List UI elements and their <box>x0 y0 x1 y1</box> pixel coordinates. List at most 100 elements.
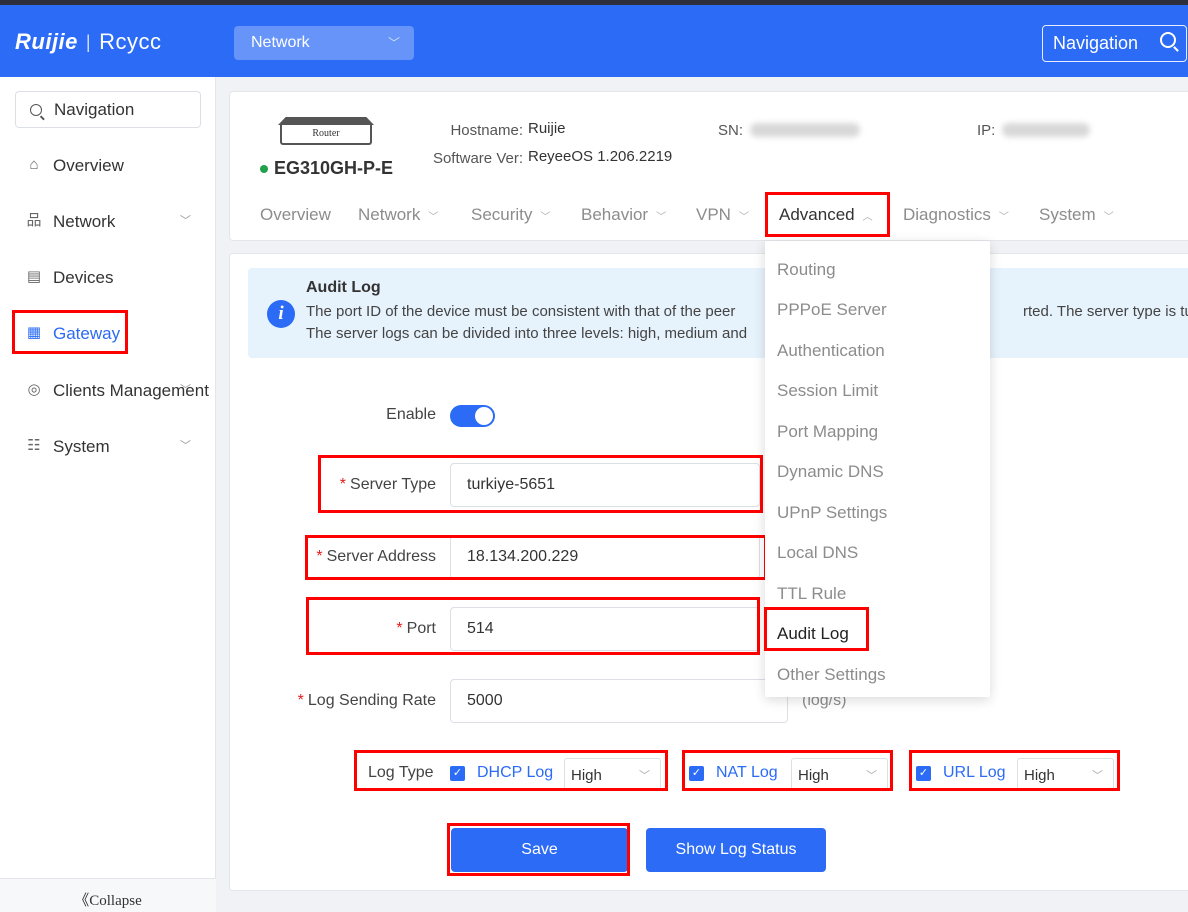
nat-log-level-select[interactable]: High ﹀ <box>791 758 888 791</box>
chevron-down-icon: ﹀ <box>180 215 191 227</box>
user-circle-icon: ◎ <box>27 381 41 398</box>
menu-item-authentication[interactable]: Authentication <box>777 341 885 361</box>
menu-item-ttl-rule[interactable]: TTL Rule <box>777 584 846 604</box>
ip-label: IP: <box>977 122 996 139</box>
tab-label: Network <box>358 205 421 224</box>
sidebar-item-label: Network <box>53 212 116 231</box>
info-alert: i Audit Log The port ID of the device mu… <box>248 268 1188 358</box>
alert-text-line1-continued: rted. The server type is turkiy <box>1023 303 1188 320</box>
menu-item-port-mapping[interactable]: Port Mapping <box>777 422 878 442</box>
search-icon <box>1160 32 1176 48</box>
save-button[interactable]: Save <box>451 828 628 872</box>
dhcp-log-checkbox[interactable]: ✓ <box>450 766 465 781</box>
menu-item-pppoe-server[interactable]: PPPoE Server <box>777 300 887 320</box>
tab-system[interactable]: System ﹀ <box>1039 205 1114 225</box>
menu-item-other-settings[interactable]: Other Settings <box>777 665 886 685</box>
tab-network[interactable]: Network ﹀ <box>358 205 438 225</box>
search-icon <box>30 104 42 116</box>
url-log-level-value: High <box>1024 767 1055 784</box>
tab-overview[interactable]: Overview <box>260 205 331 225</box>
sidebar-item-label: Overview <box>53 156 124 175</box>
required-mark: * <box>339 476 347 493</box>
menu-item-dynamic-dns[interactable]: Dynamic DNS <box>777 462 884 482</box>
audit-log-panel: i Audit Log The port ID of the device mu… <box>229 253 1188 891</box>
software-label: Software Ver: <box>432 150 523 167</box>
logo-divider: | <box>85 31 92 52</box>
navigation-button-label: Navigation <box>1053 33 1139 53</box>
server-address-label-text: Server Address <box>326 548 436 565</box>
brand-name: Ruijie <box>15 29 78 54</box>
app-header: Ruijie | Rcycc Network ﹀ Navigation <box>0 5 1188 77</box>
enable-toggle[interactable] <box>450 405 495 427</box>
tab-label: Behavior <box>581 205 649 224</box>
alert-text-line1: The port ID of the device must be consis… <box>306 303 736 320</box>
sidebar-item-system[interactable]: ☷ System ﹀ <box>0 427 216 467</box>
hostname-value: Ruijie <box>528 120 566 137</box>
sidebar-item-gateway[interactable]: ▦ Gateway <box>0 314 216 354</box>
info-icon: i <box>267 300 295 328</box>
tab-diagnostics[interactable]: Diagnostics ﹀ <box>903 205 1009 225</box>
devices-icon: ▤ <box>26 268 42 285</box>
network-select[interactable]: Network ﹀ <box>234 26 414 60</box>
url-log-level-select[interactable]: High ﹀ <box>1017 758 1114 791</box>
port-input[interactable] <box>450 607 760 651</box>
nat-log-level-value: High <box>798 767 829 784</box>
menu-item-local-dns[interactable]: Local DNS <box>777 543 858 563</box>
nat-log-checkbox[interactable]: ✓ <box>689 766 704 781</box>
port-label: * Port <box>290 620 436 638</box>
sn-label: SN: <box>718 122 744 139</box>
sidebar-item-clients-management[interactable]: ◎ Clients Management ﹀ <box>0 371 216 411</box>
chevron-down-icon: ﹀ <box>998 212 1009 223</box>
tab-security[interactable]: Security ﹀ <box>471 205 550 225</box>
advanced-dropdown-menu: Routing PPPoE Server Authentication Sess… <box>765 241 990 697</box>
sidebar-item-overview[interactable]: ⌂ Overview <box>0 146 216 186</box>
chevron-down-icon: ﹀ <box>639 770 650 782</box>
menu-item-upnp-settings[interactable]: UPnP Settings <box>777 503 887 523</box>
menu-item-routing[interactable]: Routing <box>777 260 836 280</box>
dhcp-log-level-select[interactable]: High ﹀ <box>564 758 661 791</box>
sub-brand-name: Rcycc <box>99 29 162 54</box>
enable-label: Enable <box>386 406 436 423</box>
sidebar-item-network[interactable]: 品 Network ﹀ <box>0 202 216 242</box>
server-type-input[interactable] <box>450 463 760 507</box>
chevron-down-icon: ﹀ <box>180 384 191 396</box>
tab-label: System <box>1039 205 1096 224</box>
chevron-down-icon: ﹀ <box>180 440 191 452</box>
chevron-down-icon: ﹀ <box>866 770 877 782</box>
menu-item-audit-log[interactable]: Audit Log <box>777 624 849 644</box>
sidebar-item-devices[interactable]: ▤ Devices <box>0 258 216 298</box>
tab-advanced[interactable]: Advanced ︿ <box>779 205 873 225</box>
show-log-status-button[interactable]: Show Log Status <box>646 828 826 872</box>
tab-vpn[interactable]: VPN ﹀ <box>696 205 749 225</box>
log-type-label: Log Type <box>368 764 434 781</box>
menu-item-session-limit[interactable]: Session Limit <box>777 381 878 401</box>
chevron-down-icon: ﹀ <box>1103 212 1114 223</box>
url-log-label[interactable]: URL Log <box>943 764 1006 782</box>
sn-value-redacted <box>750 123 860 137</box>
router-image: Router <box>278 117 374 147</box>
sidebar-item-label: Devices <box>53 268 114 287</box>
tab-behavior[interactable]: Behavior ﹀ <box>581 205 666 225</box>
log-sending-rate-label-text: Log Sending Rate <box>307 692 436 709</box>
nat-log-label[interactable]: NAT Log <box>716 764 778 782</box>
required-mark: * <box>316 548 323 565</box>
ip-value-redacted <box>1002 123 1090 137</box>
tab-label: VPN <box>696 205 731 224</box>
tab-label: Advanced <box>779 205 855 224</box>
dhcp-log-label[interactable]: DHCP Log <box>477 764 553 782</box>
device-model-name: EG310GH-P-E <box>274 158 394 178</box>
chevron-down-icon: ﹀ <box>656 212 667 223</box>
log-sending-rate-input[interactable] <box>450 679 788 723</box>
collapse-button[interactable]: 《Collapse <box>0 878 216 912</box>
server-type-label: * Server Type <box>290 476 436 494</box>
server-type-label-text: Server Type <box>350 476 436 493</box>
port-label-text: Port <box>406 620 436 637</box>
dhcp-log-level-value: High <box>571 767 602 784</box>
navigation-button[interactable]: Navigation <box>1042 25 1187 62</box>
sidebar-search-input[interactable]: Navigation <box>15 91 201 128</box>
online-status-dot <box>260 165 268 174</box>
required-mark: * <box>297 692 304 709</box>
server-address-input[interactable] <box>450 535 760 579</box>
chevron-down-icon: ﹀ <box>540 212 551 223</box>
url-log-checkbox[interactable]: ✓ <box>916 766 931 781</box>
